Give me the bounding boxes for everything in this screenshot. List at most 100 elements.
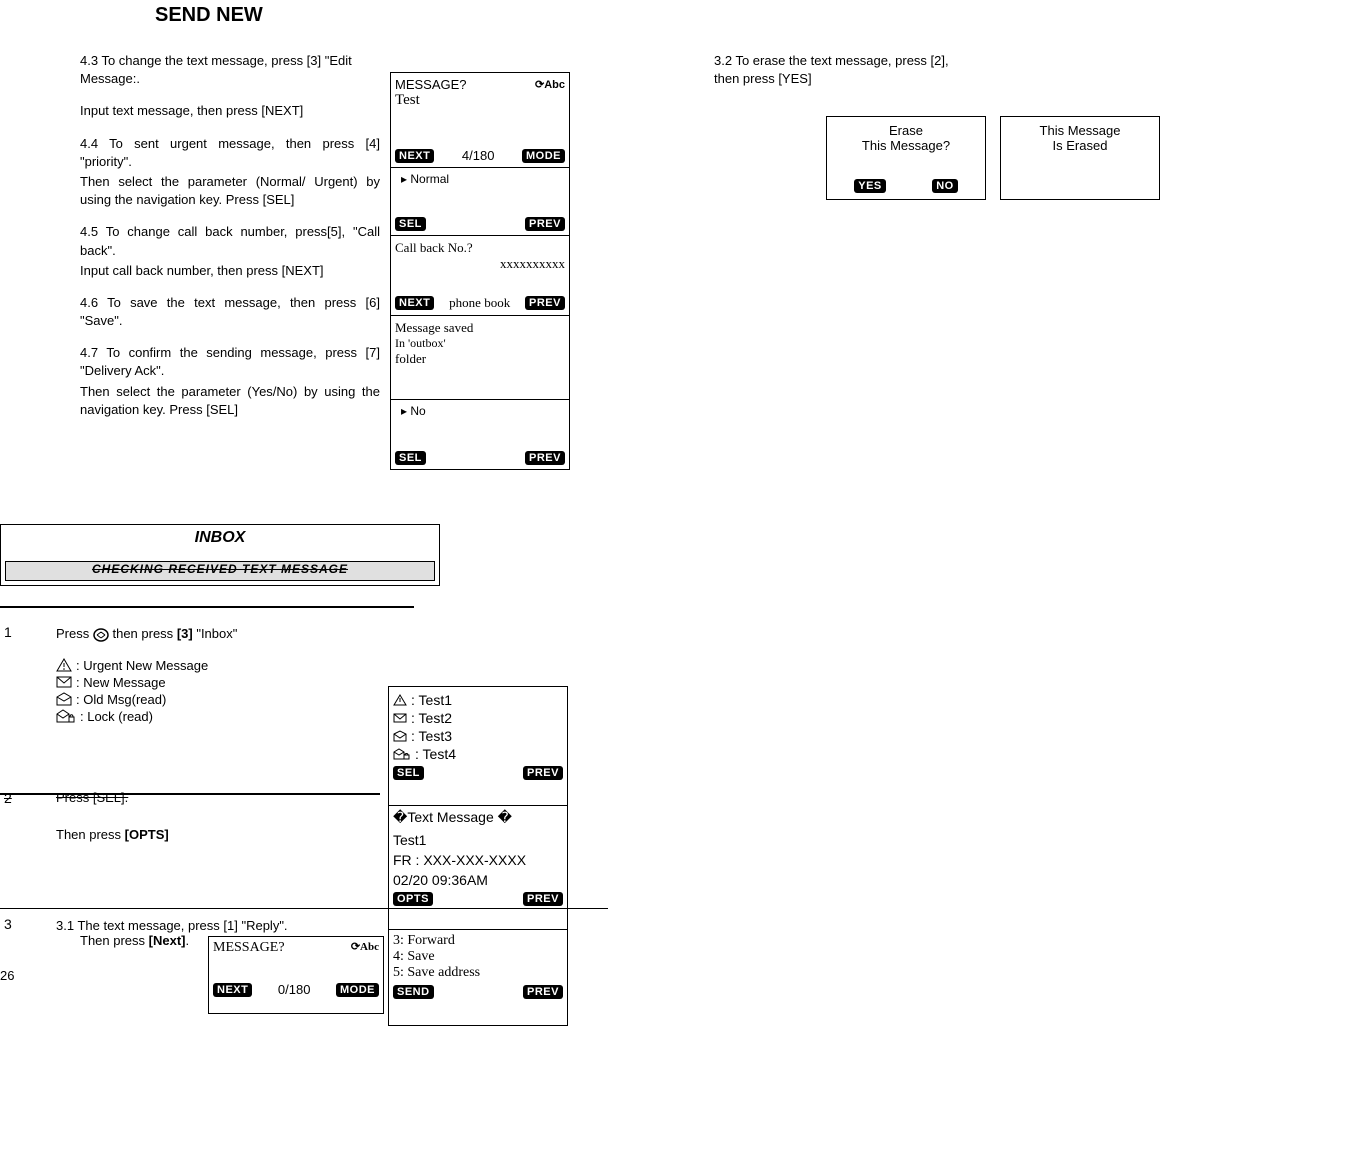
callback-value: xxxxxxxxxx	[395, 256, 565, 272]
erase-line2: This Message?	[862, 138, 950, 153]
mode-indicator: ⟳Abc	[351, 940, 379, 956]
legend-new: : New Message	[76, 675, 166, 690]
inbox-item-4[interactable]: : Test4	[415, 746, 456, 762]
banner-underline	[0, 606, 414, 608]
step-3: 3	[4, 916, 12, 932]
saved-line1: Message saved	[395, 320, 565, 336]
inbox-item-3[interactable]: : Test3	[411, 728, 452, 744]
softkey-prev[interactable]: PREV	[525, 296, 565, 310]
step-1: 1	[4, 624, 12, 640]
softkey-next[interactable]: NEXT	[213, 983, 252, 997]
step2-then: Then press	[56, 827, 121, 842]
opts-forward[interactable]: 3: Forward	[393, 933, 563, 949]
softkey-prev[interactable]: PREV	[523, 766, 563, 780]
screen-saved: Message saved In 'outbox' folder	[390, 316, 570, 400]
left-instructions: 4.3 To change the text message, press [3…	[80, 52, 380, 433]
char-counter: 0/180	[278, 982, 311, 997]
step-2: 2	[4, 790, 12, 806]
erase-line1: Erase	[862, 123, 950, 138]
legend-lock: : Lock (read)	[80, 709, 153, 724]
inbox-item-1[interactable]: : Test1	[411, 692, 452, 708]
softkey-prev[interactable]: PREV	[523, 985, 563, 999]
msg-line4: 02/20 09:36AM	[393, 872, 563, 888]
para-4-3a: 4.3 To change the text message, press [3…	[80, 52, 380, 88]
para-3-2a: 3.2 To erase the text message, press [2]…	[714, 52, 1014, 70]
softkey-opts[interactable]: OPTS	[393, 892, 433, 906]
para-4-6: 4.6 To save the text message, then press…	[80, 294, 380, 330]
softkey-sel[interactable]: SEL	[395, 451, 426, 465]
softkey-prev[interactable]: PREV	[525, 451, 565, 465]
erased-line2: Is Erased	[1040, 138, 1121, 153]
dialog-erased: This Message Is Erased	[1000, 116, 1160, 200]
callback-phonebook: phone book	[449, 295, 510, 311]
softkey-prev[interactable]: PREV	[523, 892, 563, 906]
para-4-5b: Input call back number, then press [NEXT…	[80, 262, 380, 280]
inbox-item-2[interactable]: : Test2	[411, 710, 452, 726]
mode-indicator: ⟳Abc	[535, 78, 565, 91]
step1-press: Press	[56, 626, 89, 641]
inbox-header-box: INBOX CHECKING RECEIVED TEXT MESSAGE	[0, 524, 440, 586]
erased-line1: This Message	[1040, 123, 1121, 138]
para-4-4b: Then select the parameter (Normal/ Urgen…	[80, 173, 380, 209]
step2-press: Press [SEL].	[56, 790, 128, 805]
message-body: Test	[395, 92, 565, 109]
softkey-yes[interactable]: YES	[854, 179, 886, 193]
step3-line1: 3.1 The text message, press [1] "Reply".	[56, 918, 396, 933]
divider	[0, 908, 608, 909]
reply-header: MESSAGE?	[213, 940, 285, 956]
msg-line2: Test1	[393, 832, 563, 848]
para-4-7a: 4.7 To confirm the sending message, pres…	[80, 344, 380, 380]
lock-msg-icon	[56, 709, 76, 723]
step2-opts: [OPTS]	[125, 827, 169, 842]
softkey-prev[interactable]: PREV	[525, 217, 565, 231]
page-title: SEND NEW	[155, 4, 263, 27]
urgent-icon	[56, 658, 72, 672]
step-2-number: 2	[4, 790, 12, 806]
inbox-title: INBOX	[1, 525, 439, 547]
saved-line3: folder	[395, 351, 565, 367]
saved-line2: In 'outbox'	[395, 336, 565, 351]
msg-line1: �Text Message �	[393, 809, 563, 826]
step-3-number: 3	[4, 916, 12, 932]
softkey-mode[interactable]: MODE	[522, 149, 565, 163]
step3-dot: .	[186, 933, 190, 948]
softkey-no[interactable]: NO	[932, 179, 958, 193]
step1-label: "Inbox"	[196, 626, 237, 641]
opts-save-address[interactable]: 5: Save address	[393, 965, 563, 981]
inbox-banner: CHECKING RECEIVED TEXT MESSAGE	[5, 561, 435, 581]
para-4-4a: 4.4 To sent urgent message, then press […	[80, 135, 380, 171]
priority-value: Normal	[410, 172, 449, 186]
softkey-next[interactable]: NEXT	[395, 149, 434, 163]
msg-line3: FR : XXX-XXX-XXXX	[393, 852, 563, 868]
ack-value: No	[410, 404, 425, 418]
screen-inbox-list: : Test1 : Test2 : Test3 : Test4 SEL PREV	[388, 686, 568, 806]
step3-next: [Next]	[149, 933, 186, 948]
callback-label: Call back No.?	[395, 240, 565, 256]
legend-urgent: : Urgent New Message	[76, 658, 208, 673]
dialog-erase-confirm: Erase This Message? YES NO	[826, 116, 986, 200]
screen-edit-message: MESSAGE? ⟳Abc Test NEXT 4/180 MODE	[390, 72, 570, 168]
char-counter: 4/180	[462, 148, 495, 163]
step-1-number: 1	[4, 624, 12, 640]
para-3-2b: then press [YES]	[714, 70, 1014, 88]
softkey-mode[interactable]: MODE	[336, 983, 379, 997]
right-instructions: 3.2 To erase the text message, press [2]…	[714, 52, 1014, 87]
para-4-3b: Input text message, then press [NEXT]	[80, 102, 380, 120]
screen-message-view: �Text Message � Test1 FR : XXX-XXX-XXXX …	[388, 806, 568, 930]
softkey-next[interactable]: NEXT	[395, 296, 434, 310]
nav-key-icon	[93, 626, 109, 642]
para-4-5a: 4.5 To change call back number, press[5]…	[80, 223, 380, 259]
step1-then: then press	[112, 626, 173, 641]
opts-save[interactable]: 4: Save	[393, 949, 563, 965]
screen-reply: MESSAGE? ⟳Abc NEXT 0/180 MODE	[208, 936, 384, 1014]
para-4-7b: Then select the parameter (Yes/No) by us…	[80, 383, 380, 419]
page-number: 26	[0, 968, 14, 983]
legend-old: : Old Msg(read)	[76, 692, 166, 707]
softkey-send[interactable]: SEND	[393, 985, 434, 999]
softkey-sel[interactable]: SEL	[393, 766, 424, 780]
screen-delivery-ack: ▸ No SEL PREV	[390, 400, 570, 470]
step-1-text: Press then press [3] "Inbox" : Urgent Ne…	[56, 626, 386, 726]
step1-key: [3]	[177, 626, 193, 641]
inbox-section: INBOX CHECKING RECEIVED TEXT MESSAGE	[0, 524, 440, 586]
softkey-sel[interactable]: SEL	[395, 217, 426, 231]
